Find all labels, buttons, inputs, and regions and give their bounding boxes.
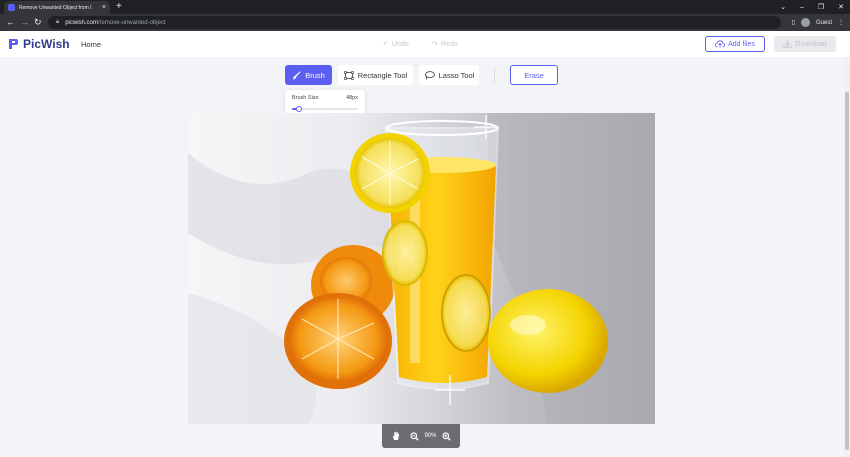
zoom-bar: 90% [382,424,460,448]
cloud-upload-icon [715,40,725,48]
back-icon[interactable]: ← [6,16,15,29]
url-path: /remove-unwanted-object [97,19,166,26]
brush-size-slider-handle[interactable] [296,106,302,112]
app-header: PicWish Home ↶ Undo ↷ Redo Add files Dow… [0,31,850,57]
browser-tab-strip: Remove Unwanted Object from I × + ⌄ – ❐ … [0,0,850,14]
restore-icon[interactable]: ❐ [818,3,824,11]
new-tab-icon[interactable]: + [116,1,122,13]
side-panel-icon[interactable]: ▯ [792,19,795,26]
tab-search-icon[interactable]: ⌄ [780,3,786,11]
profile-label[interactable]: Guest [816,20,832,26]
zoom-out-icon[interactable] [410,431,420,441]
minimize-icon[interactable]: – [800,4,804,11]
add-files-label: Add files [728,40,755,48]
redo-button[interactable]: ↷ Redo [432,40,458,49]
picwish-logo-icon [9,39,18,49]
lock-icon: 🔒︎ [56,19,60,25]
download-button[interactable]: Download [774,36,836,52]
brush-size-label: Brush Size [292,95,319,101]
lasso-tool-label: Lasso Tool [438,70,475,80]
brush-label: Brush [305,70,325,80]
browser-toolbar: ← → ↻ 🔒︎ picwish.com /remove-unwanted-ob… [0,14,850,31]
brush-size-value: 48px [346,95,358,101]
image-canvas[interactable] [188,113,655,424]
brand-name: PicWish [23,37,70,51]
brand-logo[interactable]: PicWish [7,37,70,51]
toolbar-right: ▯ Guest ⋮ [792,16,844,29]
address-bar[interactable]: 🔒︎ picwish.com /remove-unwanted-object [48,16,781,29]
download-icon [783,40,793,48]
close-tab-icon[interactable]: × [102,4,106,11]
nav-home[interactable]: Home [81,40,101,49]
picwish-favicon-icon [8,4,15,11]
lasso-tool-button[interactable]: Lasso Tool [419,65,479,85]
menu-kebab-icon[interactable]: ⋮ [838,19,844,26]
browser-tab[interactable]: Remove Unwanted Object from I × [4,1,110,14]
brush-icon [292,70,301,79]
zoom-in-icon[interactable] [441,431,451,441]
toolbar-divider [494,68,495,83]
zoom-level: 90% [424,433,437,439]
brush-tool-button[interactable]: Brush [285,65,332,85]
hand-pan-icon[interactable] [391,431,401,441]
window-controls: ⌄ – ❐ ✕ [780,0,844,14]
undo-icon: ↶ [383,41,389,48]
rectangle-tool-label: Rectangle Tool [357,70,408,80]
download-label: Download [795,40,827,48]
redo-icon: ↷ [432,41,438,48]
page-scrollbar-thumb[interactable] [845,92,849,450]
erase-button[interactable]: Erase [510,65,558,85]
undo-button[interactable]: ↶ Undo [383,40,409,49]
profile-avatar-icon[interactable] [800,18,810,27]
juice-and-citrus-photo [188,113,655,424]
url-host: picwish.com [65,19,98,26]
redo-label: Redo [440,40,458,48]
close-window-icon[interactable]: ✕ [838,3,844,11]
add-files-button[interactable]: Add files [705,36,765,52]
undo-label: Undo [391,40,409,48]
forward-icon[interactable]: → [20,16,29,29]
tab-title: Remove Unwanted Object from I [19,4,92,11]
rectangle-tool-button[interactable]: Rectangle Tool [338,65,413,85]
reload-icon[interactable]: ↻ [34,16,42,29]
lasso-icon [424,70,435,80]
rectangle-select-icon [343,70,354,80]
brush-size-slider[interactable] [292,106,358,112]
